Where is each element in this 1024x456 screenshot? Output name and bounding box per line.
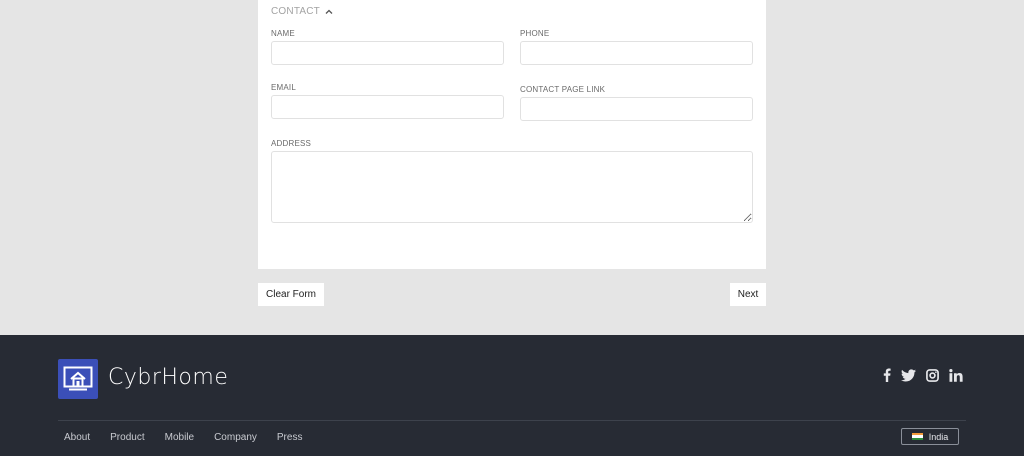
contact-page-link-label: CONTACT PAGE LINK — [520, 85, 606, 94]
site-footer: CybrHome About Product Mobile Company Pr… — [0, 335, 1024, 456]
footer-link-about[interactable]: About — [64, 432, 90, 443]
instagram-icon[interactable] — [926, 368, 939, 382]
name-input[interactable] — [271, 41, 504, 65]
address-textarea[interactable] — [271, 151, 753, 223]
address-label: ADDRESS — [271, 139, 312, 148]
contact-page-link-input[interactable] — [520, 97, 753, 121]
social-links — [883, 368, 963, 382]
email-input[interactable] — [271, 95, 504, 119]
facebook-icon[interactable] — [883, 368, 891, 382]
region-selector-button[interactable]: India — [901, 428, 959, 445]
brand-logo[interactable] — [58, 359, 98, 399]
chevron-up-icon — [325, 9, 333, 14]
linkedin-icon[interactable] — [949, 368, 963, 382]
name-label: NAME — [271, 29, 295, 38]
footer-nav: About Product Mobile Company Press — [64, 432, 302, 443]
footer-link-press[interactable]: Press — [277, 432, 303, 443]
phone-label: PHONE — [520, 29, 550, 38]
email-label: EMAIL — [271, 83, 297, 92]
section-title: CONTACT — [271, 6, 320, 17]
india-flag-icon — [911, 433, 923, 440]
footer-link-company[interactable]: Company — [214, 432, 257, 443]
footer-divider — [58, 420, 966, 421]
footer-link-product[interactable]: Product — [110, 432, 144, 443]
home-monitor-icon — [63, 366, 93, 391]
next-button[interactable]: Next — [730, 283, 766, 306]
twitter-icon[interactable] — [901, 368, 916, 382]
contact-section-toggle[interactable]: CONTACT — [271, 6, 334, 17]
footer-link-mobile[interactable]: Mobile — [165, 432, 194, 443]
contact-form-card: CONTACT NAME PHONE EMAIL CONTACT PAGE LI… — [258, 0, 766, 269]
phone-input[interactable] — [520, 41, 753, 65]
clear-form-button[interactable]: Clear Form — [258, 283, 325, 306]
region-label: India — [928, 431, 949, 442]
brand-name: CybrHome — [108, 365, 229, 390]
